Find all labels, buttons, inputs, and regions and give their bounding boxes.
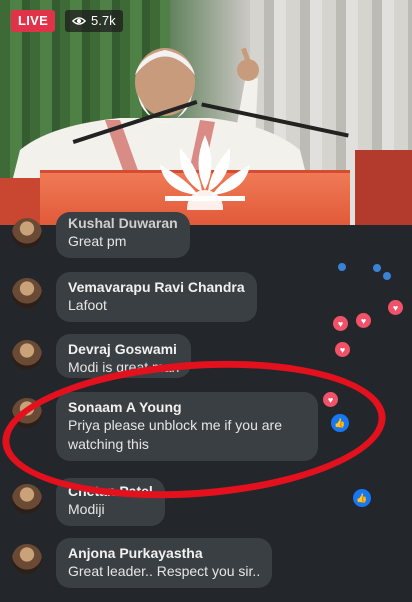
comment-text: Great leader.. Respect you sir..	[68, 563, 261, 579]
avatar[interactable]	[12, 340, 42, 370]
avatar[interactable]	[12, 278, 42, 308]
avatar[interactable]	[12, 544, 42, 574]
thumbs-up-icon: 👍	[353, 489, 371, 507]
reaction-bubble	[383, 272, 391, 280]
live-badge: LIVE	[11, 10, 56, 32]
heart-icon: ♥	[333, 316, 348, 331]
comment-author[interactable]: Anjona Purkayastha	[68, 544, 260, 562]
viewer-count: 5.7k	[91, 13, 116, 28]
comment-author[interactable]: Vemavarapu Ravi Chandra	[68, 278, 245, 296]
heart-icon: ♥	[356, 313, 371, 328]
heart-icon: ♥	[388, 300, 403, 315]
reaction-bubble	[338, 263, 346, 271]
comment-text: Lafoot	[68, 297, 107, 313]
comment-bubble[interactable]: Kushal Duwaran Great pm	[56, 212, 190, 258]
viewer-count-badge: 5.7k	[65, 10, 123, 32]
comment-item[interactable]: Kushal Duwaran Great pm	[12, 212, 190, 258]
comment-item[interactable]: Anjona Purkayastha Great leader.. Respec…	[12, 538, 273, 588]
comment-item[interactable]: Vemavarapu Ravi Chandra Lafoot	[12, 272, 257, 322]
heart-icon: ♥	[335, 342, 350, 357]
reaction-bubble	[373, 264, 381, 272]
comment-text: Great pm	[68, 233, 127, 249]
avatar[interactable]	[12, 484, 42, 514]
lotus-emblem	[160, 135, 250, 210]
comment-author[interactable]: Kushal Duwaran	[68, 214, 178, 232]
live-video[interactable]: LIVE 5.7k	[0, 0, 412, 225]
comment-author[interactable]: Devraj Goswami	[68, 340, 179, 358]
avatar[interactable]	[12, 218, 42, 248]
eye-icon	[72, 17, 86, 25]
comment-text: Modiji	[68, 501, 105, 517]
comment-bubble[interactable]: Vemavarapu Ravi Chandra Lafoot	[56, 272, 257, 322]
comment-bubble[interactable]: Anjona Purkayastha Great leader.. Respec…	[56, 538, 273, 588]
stage-backdrop	[355, 150, 412, 225]
